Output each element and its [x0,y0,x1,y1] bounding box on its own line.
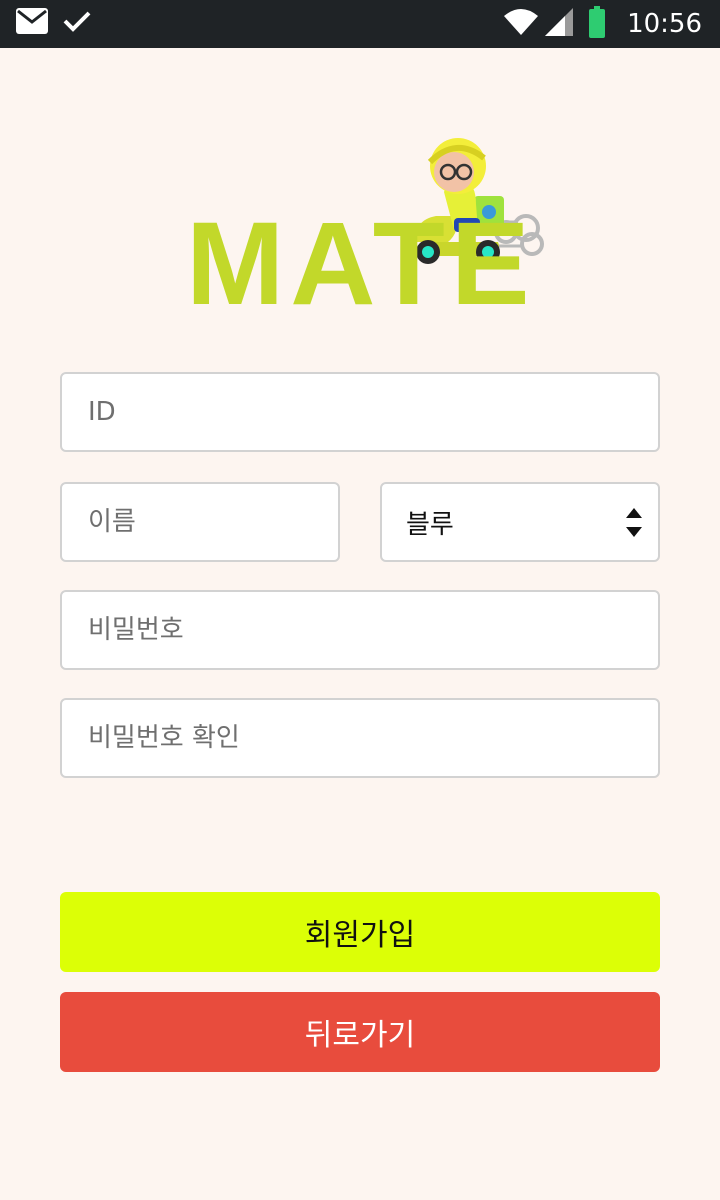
mail-icon [16,8,48,38]
battery-icon [589,6,606,42]
back-button[interactable]: 뒤로가기 [60,992,660,1072]
team-select-value: 블루 [406,509,454,540]
system-icons: 10:56 [503,4,702,44]
id-field[interactable] [60,372,660,452]
signal-icon [543,7,575,41]
signup-button[interactable]: 회원가입 [60,892,660,972]
select-arrows-icon [626,507,642,537]
mate-logo: MATE [186,92,546,330]
name-input[interactable] [62,484,338,560]
id-input[interactable] [62,374,658,450]
clock: 10:56 [627,9,702,39]
password-field[interactable] [60,590,660,670]
signup-screen: MATE 블루 회원가입 뒤로가기 [0,48,720,1200]
logo-wordmark: MATE [186,198,536,322]
check-icon [62,9,92,37]
status-bar: 10:56 [0,0,720,48]
password-confirm-field[interactable] [60,698,660,778]
notification-icons [16,8,92,38]
name-field[interactable] [60,482,340,562]
password-input[interactable] [62,592,658,668]
team-select[interactable]: 블루 [380,482,660,562]
wifi-icon [503,8,539,40]
password-confirm-input[interactable] [62,700,658,776]
